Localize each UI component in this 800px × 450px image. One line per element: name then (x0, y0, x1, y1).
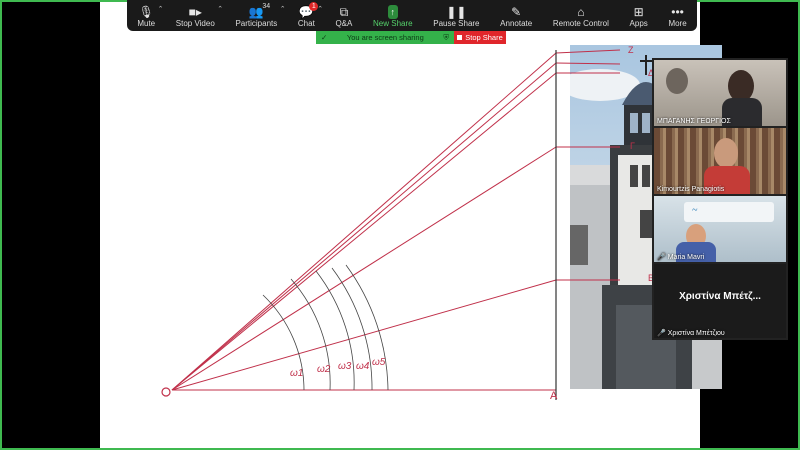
zoom-screen-share-stage: Z Δ Γ B O A ω1 ω2 ω3 ω4 ω5 🎙 ⌃ Mute ■▸ ⌃… (0, 0, 800, 450)
new-share-button[interactable]: ↑ New Share (363, 0, 423, 31)
angle-label-w1: ω1 (290, 368, 304, 379)
muted-mic-icon: 🎤 (657, 254, 666, 261)
chat-button[interactable]: 💬 1 ⌃ Chat (288, 0, 326, 31)
qa-button[interactable]: ⧉ Q&A (325, 0, 363, 31)
angle-label-w4: ω4 (356, 361, 370, 372)
screen-sharing-banner: ✓ You are screen sharing ⛨ Stop Share (316, 31, 506, 44)
participant-name: 🎤 Χριστίνα Μπέτζιου (657, 330, 725, 337)
sharing-indicator-icon: ✓ (321, 33, 328, 42)
logo-sign: ~ (692, 205, 698, 216)
video-tile[interactable]: Kimourtzis Panagiotis (654, 128, 786, 194)
chevron-up-icon[interactable]: ⌃ (217, 5, 223, 13)
stop-square-icon (457, 35, 463, 40)
apps-grid-icon: ⊞ (633, 5, 644, 19)
participants-button[interactable]: 👥 34 ⌃ Participants (225, 0, 287, 31)
meeting-toolbar: 🎙 ⌃ Mute ■▸ ⌃ Stop Video 👥 34 ⌃ Particip… (127, 0, 697, 31)
mouse-icon: ⌂ (577, 5, 585, 19)
shield-icon: ⛨ (443, 32, 449, 42)
drawing-label-a: A (550, 390, 558, 402)
sharing-status: ✓ You are screen sharing ⛨ (316, 31, 454, 44)
chevron-up-icon[interactable]: ⌃ (317, 5, 323, 13)
muted-mic-icon: 🎤 (657, 330, 666, 337)
mute-button[interactable]: 🎙 ⌃ Mute (127, 0, 165, 31)
pause-icon: ❚❚ (446, 5, 467, 19)
apps-button[interactable]: ⊞ Apps (619, 0, 658, 31)
video-camera-icon: ■▸ (188, 5, 202, 19)
drawing-label-gamma: Γ (630, 141, 635, 151)
video-tile[interactable]: ~ 🎤 Maria Mavri (654, 196, 786, 262)
angle-label-w5: ω5 (372, 357, 386, 368)
remote-control-button[interactable]: ⌂ Remote Control (543, 0, 620, 31)
participant-video-panel[interactable]: ΜΠΑΓΑΝΗΣ ΓΕΩΡΓΙΟΣ Kimourtzis Panagiotis … (652, 58, 788, 340)
more-dots-icon: ••• (671, 5, 684, 19)
chevron-up-icon[interactable]: ⌃ (280, 5, 286, 13)
more-button[interactable]: ••• More (658, 0, 697, 31)
stop-share-button[interactable]: Stop Share (454, 31, 506, 44)
video-tile[interactable]: Χριστίνα Μπέτζ... 🎤 Χριστίνα Μπέτζιου (654, 264, 786, 338)
angle-label-w3: ω3 (338, 361, 352, 372)
chevron-up-icon[interactable]: ⌃ (158, 5, 164, 13)
angle-label-w2: ω2 (317, 364, 331, 375)
participant-name: ΜΠΑΓΑΝΗΣ ΓΕΩΡΓΙΟΣ (657, 118, 731, 125)
share-arrow-icon: ↑ (387, 5, 399, 19)
construction-lines (161, 49, 621, 400)
drawing-label-z: Z (628, 45, 634, 55)
sharing-status-text: You are screen sharing (346, 33, 424, 42)
pause-share-button[interactable]: ❚❚ Pause Share (423, 0, 490, 31)
microphone-icon: 🎙 (138, 5, 154, 19)
participant-count: 34 (262, 3, 271, 10)
annotate-button[interactable]: ✎ Annotate (490, 0, 543, 31)
participant-name: Kimourtzis Panagiotis (657, 186, 725, 193)
participant-name: 🎤 Maria Mavri (657, 254, 705, 261)
shared-document: Z Δ Γ B O A ω1 ω2 ω3 ω4 ω5 (100, 0, 722, 450)
stop-video-button[interactable]: ■▸ ⌃ Stop Video (165, 0, 225, 31)
video-tile[interactable]: ΜΠΑΓΑΝΗΣ ΓΕΩΡΓΙΟΣ (654, 60, 786, 126)
qa-icon: ⧉ (339, 5, 349, 19)
pencil-icon: ✎ (511, 5, 522, 19)
participant-display-name: Χριστίνα Μπέτζ... (679, 291, 761, 302)
